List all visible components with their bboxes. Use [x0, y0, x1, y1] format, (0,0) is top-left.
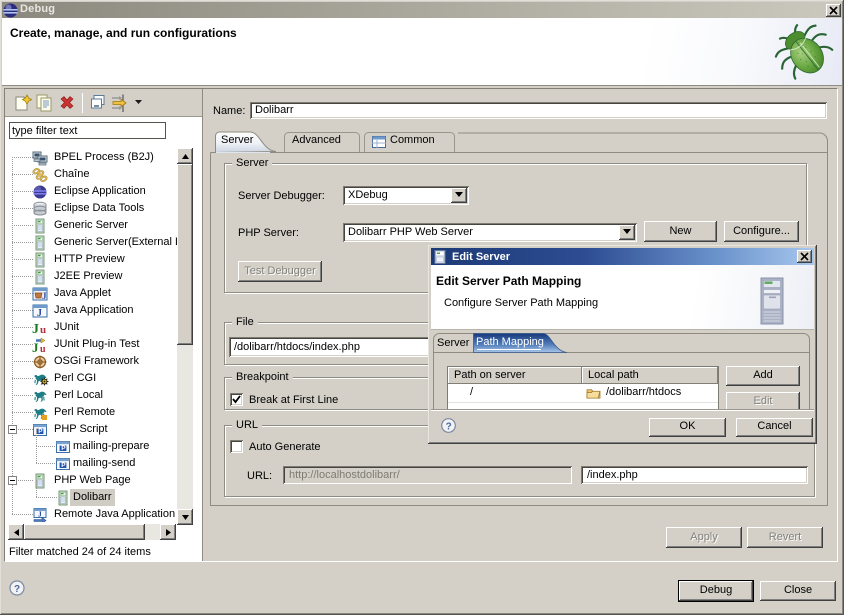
svg-text:?: ?	[446, 421, 452, 432]
svg-text:?: ?	[14, 584, 20, 595]
